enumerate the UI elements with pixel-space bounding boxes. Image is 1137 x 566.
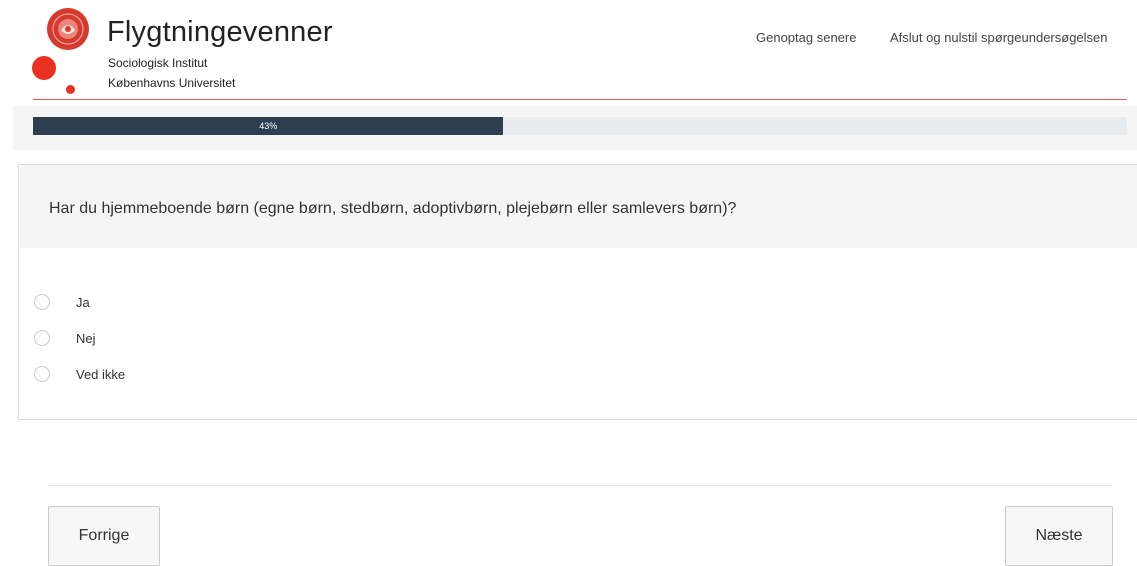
answer-option-ja[interactable]: Ja: [34, 292, 90, 312]
question-header: Har du hjemmeboende børn (egne børn, ste…: [19, 165, 1137, 248]
answer-label: Nej: [76, 330, 96, 346]
exit-and-reset-link[interactable]: Afslut og nulstil spørgeundersøgelsen: [890, 30, 1108, 45]
question-text: Har du hjemmeboende børn (egne børn, ste…: [49, 200, 737, 217]
progress-bar-fill: 43%: [33, 117, 504, 135]
resume-later-link[interactable]: Genoptag senere: [756, 30, 856, 45]
university-logo: [30, 8, 110, 96]
previous-button[interactable]: Forrige: [48, 506, 160, 566]
logo-dot-small: [66, 85, 75, 94]
university-seal-icon: [47, 8, 89, 50]
logo-dot-large: [32, 56, 56, 80]
radio-button[interactable]: [34, 366, 50, 382]
footer-divider: [48, 485, 1112, 486]
progress-bar: 43%: [33, 117, 1127, 135]
next-button[interactable]: Næste: [1005, 506, 1113, 566]
answer-option-ved-ikke[interactable]: Ved ikke: [34, 364, 125, 384]
answer-label: Ja: [76, 294, 90, 310]
answer-label: Ved ikke: [76, 366, 126, 382]
question-card: Har du hjemmeboende børn (egne børn, ste…: [18, 164, 1137, 420]
header-divider: [33, 99, 1127, 100]
radio-button[interactable]: [34, 330, 50, 346]
page-header: Flygtningevenner Sociologisk Institut Kø…: [0, 0, 1137, 100]
brand-subtitle-university: Københavns Universitet: [108, 76, 236, 90]
brand-subtitle-institute: Sociologisk Institut: [108, 56, 208, 70]
answer-option-nej[interactable]: Nej: [34, 328, 96, 348]
radio-button[interactable]: [34, 294, 50, 310]
brand-title: Flygtningevenner: [107, 16, 333, 48]
